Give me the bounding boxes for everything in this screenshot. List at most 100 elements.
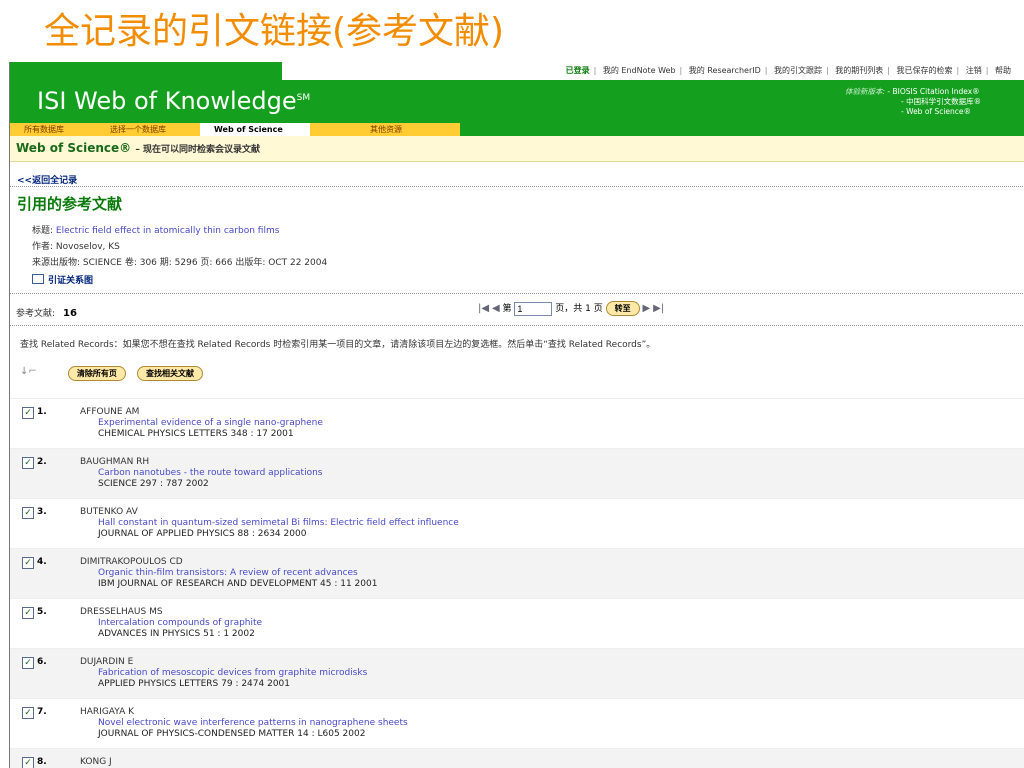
select-arrow-icon: ↓⌐ xyxy=(20,366,37,377)
record-title-link[interactable]: Experimental evidence of a single nano-g… xyxy=(98,418,323,428)
record-author: AFFOUNE AM xyxy=(80,407,140,417)
record-source-row: 来源出版物: SCIENCE 卷: 306 期: 5296 页: 666 出版年… xyxy=(32,255,327,268)
pagination: |◀ ◀ 第 页，共 1 页 转至 ▶ ▶| xyxy=(478,301,664,316)
reference-count-value: 16 xyxy=(63,308,77,319)
reference-count: 参考文献: 16 xyxy=(16,306,77,319)
product-bar: Web of Science® – 现在可以同时检索会议录文献 xyxy=(10,136,1024,162)
record-title-link[interactable]: Novel electronic wave interference patte… xyxy=(98,718,408,728)
record-number: 2. xyxy=(37,457,47,467)
back-to-full-record-link[interactable]: <<返回全记录 xyxy=(17,173,77,186)
go-to-page-button[interactable]: 转至 xyxy=(605,301,640,316)
record-checkbox[interactable]: ✓ xyxy=(22,757,34,768)
find-related-records-button[interactable]: 查找相关文献 xyxy=(136,366,203,381)
tab-select-database[interactable]: 选择一个数据库 xyxy=(96,123,204,136)
record-source: IBM JOURNAL OF RESEARCH AND DEVELOPMENT … xyxy=(98,579,378,589)
list-item: ✓ 4. DIMITRAKOPOULOS CD Organic thin-fil… xyxy=(10,548,1024,598)
tab-other-resources[interactable]: 其他资源 xyxy=(310,123,460,136)
record-source: SCIENCE 卷: 306 期: 5296 页: 666 出版年: OCT 2… xyxy=(82,258,328,268)
record-number: 5. xyxy=(37,607,47,617)
record-title-row: 标题: Electric field effect in atomically … xyxy=(32,223,279,236)
record-checkbox[interactable]: ✓ xyxy=(22,607,34,619)
record-author: KONG J xyxy=(80,757,112,767)
citation-map-icon xyxy=(32,274,44,284)
record-source: JOURNAL OF APPLIED PHYSICS 88 : 2634 200… xyxy=(98,529,307,539)
result-tools: ↓⌐ 清除所有页 查找相关文献 xyxy=(20,361,209,381)
new-version-panel: 体验新版本: - BIOSIS Citation Index® - 中国科学引文… xyxy=(845,87,981,117)
wok-logo[interactable]: ISI Web of KnowledgeSM xyxy=(37,87,310,115)
new-db-biosis[interactable]: - BIOSIS Citation Index® xyxy=(887,87,979,96)
list-item: ✓ 1. AFFOUNE AM Experimental evidence of… xyxy=(10,398,1024,448)
first-page-icon[interactable]: |◀ xyxy=(478,303,489,314)
list-item: ✓ 5. DRESSELHAUS MS Intercalation compou… xyxy=(10,598,1024,648)
page-heading: 引用的参考文献 xyxy=(17,195,123,213)
divider xyxy=(10,186,1024,187)
product-name: Web of Science® xyxy=(16,141,132,155)
list-item: ✓ 8. KONG J xyxy=(10,748,1024,768)
journal-list-link[interactable]: 我的期刊列表 xyxy=(835,66,883,75)
record-author-row: 作者: Novoselov, KS xyxy=(32,239,120,252)
logout-link[interactable]: 注销 xyxy=(966,66,982,75)
record-checkbox[interactable]: ✓ xyxy=(22,707,34,719)
record-author: DIMITRAKOPOULOS CD xyxy=(80,557,183,567)
record-title-link[interactable]: Intercalation compounds of graphite xyxy=(98,618,262,628)
record-source: JOURNAL OF PHYSICS-CONDENSED MATTER 14 :… xyxy=(98,729,366,739)
list-item: ✓ 7. HARIGAYA K Novel electronic wave in… xyxy=(10,698,1024,748)
record-checkbox[interactable]: ✓ xyxy=(22,507,34,519)
record-source: ADVANCES IN PHYSICS 51 : 1 2002 xyxy=(98,629,255,639)
record-title-link[interactable]: Fabrication of mesoscopic devices from g… xyxy=(98,668,367,678)
record-title-link[interactable]: Carbon nanotubes - the route toward appl… xyxy=(98,468,323,478)
record-number: 3. xyxy=(37,507,47,517)
record-author: BAUGHMAN RH xyxy=(80,457,150,467)
record-checkbox[interactable]: ✓ xyxy=(22,407,34,419)
record-number: 7. xyxy=(37,707,47,717)
endnote-link[interactable]: 我的 EndNote Web xyxy=(603,66,676,75)
record-number: 8. xyxy=(37,757,47,767)
record-author: Novoselov, KS xyxy=(55,242,120,252)
record-source: APPLIED PHYSICS LETTERS 79 : 2474 2001 xyxy=(98,679,291,689)
page-suffix: 页，共 1 页 xyxy=(555,304,603,314)
citation-alerts-link[interactable]: 我的引文跟踪 xyxy=(774,66,822,75)
help-link[interactable]: 帮助 xyxy=(995,66,1011,75)
new-db-cscd[interactable]: - 中国科学引文数据库® xyxy=(901,97,981,106)
list-item: ✓ 3. BUTENKO AV Hall constant in quantum… xyxy=(10,498,1024,548)
clear-all-pages-button[interactable]: 清除所有页 xyxy=(67,366,126,381)
record-source: SCIENCE 297 : 787 2002 xyxy=(98,479,209,489)
record-author: BUTENKO AV xyxy=(80,507,138,517)
record-title-link[interactable]: Organic thin-film transistors: A review … xyxy=(98,568,358,578)
record-number: 4. xyxy=(37,557,47,567)
record-author: DUJARDIN E xyxy=(80,657,134,667)
record-author: DRESSELHAUS MS xyxy=(80,607,163,617)
researcherid-link[interactable]: 我的 ResearcherID xyxy=(689,66,761,75)
tab-web-of-science[interactable]: Web of Science xyxy=(200,123,310,136)
record-checkbox[interactable]: ✓ xyxy=(22,457,34,469)
slide-title: 全记录的引文链接(参考文献) xyxy=(44,11,505,52)
citation-map-link[interactable]: 引证关系图 xyxy=(32,273,93,286)
related-records-instructions: 查找 Related Records：如果您不想在查找 Related Reco… xyxy=(20,340,656,350)
reference-count-label: 参考文献: xyxy=(16,309,56,319)
last-page-icon[interactable]: ▶| xyxy=(653,303,664,314)
reference-list: ✓ 1. AFFOUNE AM Experimental evidence of… xyxy=(10,398,1024,768)
divider xyxy=(10,325,1024,326)
record-number: 1. xyxy=(37,407,47,417)
record-source: CHEMICAL PHYSICS LETTERS 348 : 17 2001 xyxy=(98,429,294,439)
record-checkbox[interactable]: ✓ xyxy=(22,657,34,669)
browser-page: 已登录 | 我的 EndNote Web | 我的 ResearcherID | 我的… xyxy=(9,62,1024,768)
top-links: 已登录 | 我的 EndNote Web | 我的 ResearcherID | 我的… xyxy=(565,66,1011,75)
tab-all-databases[interactable]: 所有数据库 xyxy=(10,123,110,136)
record-title-link[interactable]: Electric field effect in atomically thin… xyxy=(56,226,280,236)
saved-searches-link[interactable]: 我已保存的检索 xyxy=(897,66,953,75)
prev-page-icon[interactable]: ◀ xyxy=(492,303,500,314)
record-title-link[interactable]: Hall constant in quantum-sized semimetal… xyxy=(98,518,459,528)
record-checkbox[interactable]: ✓ xyxy=(22,557,34,569)
logged-in-status: 已登录 xyxy=(565,66,590,75)
list-item: ✓ 2. BAUGHMAN RH Carbon nanotubes - the … xyxy=(10,448,1024,498)
wok-header: 已登录 | 我的 EndNote Web | 我的 ResearcherID | 我的… xyxy=(10,62,1024,136)
page-number-input[interactable] xyxy=(514,301,553,316)
top-links-bar: 已登录 | 我的 EndNote Web | 我的 ResearcherID | 我的… xyxy=(282,62,1024,80)
title-label: 标题: xyxy=(32,226,54,236)
page-prefix: 第 xyxy=(502,304,512,314)
new-db-wos[interactable]: - Web of Science® xyxy=(901,107,971,116)
author-label: 作者: xyxy=(32,242,54,252)
product-tagline: – 现在可以同时检索会议录文献 xyxy=(135,145,260,155)
next-page-icon[interactable]: ▶ xyxy=(642,303,650,314)
